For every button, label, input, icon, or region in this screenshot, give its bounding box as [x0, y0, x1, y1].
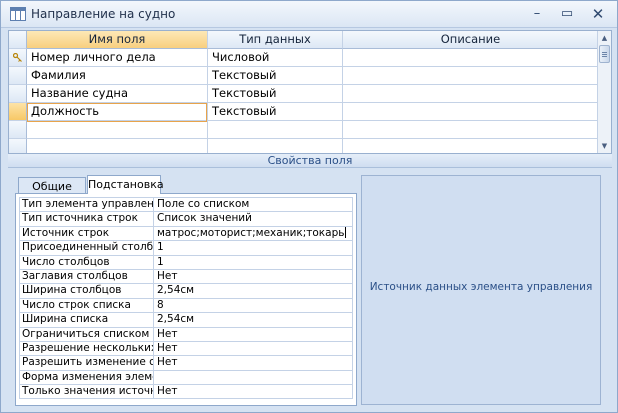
property-value[interactable]: Нет — [155, 356, 353, 370]
scroll-up-arrow-icon[interactable]: ▲ — [598, 32, 611, 44]
property-value[interactable]: 1 — [155, 241, 353, 255]
property-row[interactable]: Тип источника строк Список значений — [20, 212, 353, 227]
minimize-button[interactable]: – — [525, 5, 549, 23]
property-row[interactable]: Разрешение нескольких значенийНет — [20, 341, 353, 357]
scroll-thumb[interactable] — [599, 45, 610, 63]
row-selector-current[interactable] — [9, 103, 27, 121]
description-cell[interactable] — [343, 103, 599, 121]
description-cell[interactable] — [343, 139, 599, 153]
field-name-cell[interactable]: Фамилия — [27, 67, 208, 85]
property-value[interactable]: Нет — [155, 327, 353, 341]
property-name: Тип источника строк — [20, 212, 154, 226]
field-name-cell[interactable]: Должность — [27, 103, 208, 121]
property-name: Ограничиться списком — [20, 327, 154, 341]
data-type-cell[interactable]: Текстовый — [208, 67, 343, 85]
property-name: Форма изменения элементов списка — [22, 370, 154, 385]
field-name-cell[interactable] — [27, 121, 208, 139]
property-value[interactable]: Список значений — [155, 212, 353, 226]
property-row[interactable]: Число столбцов 1 — [20, 255, 353, 270]
title-bar[interactable]: Направление на судно – ▭ ✕ — [1, 1, 617, 28]
property-name: Разрешить изменение списка значений — [20, 356, 154, 370]
property-row[interactable]: Ограничиться списком Нет — [20, 327, 353, 342]
tab-general[interactable]: Общие — [18, 177, 86, 194]
property-value[interactable]: Нет — [155, 341, 353, 356]
column-header-field-name[interactable]: Имя поля — [27, 31, 208, 49]
property-value[interactable]: 1 — [155, 255, 353, 269]
column-header-description[interactable]: Описание — [343, 31, 599, 49]
table-design-window: Направление на судно – ▭ ✕ Имя поля Тип … — [0, 0, 618, 413]
property-name: Источник строк — [20, 226, 154, 241]
property-value[interactable] — [155, 370, 353, 385]
property-help-panel: Источник данных элемента управления — [361, 175, 601, 405]
property-row[interactable]: Число строк списка 8 — [20, 298, 353, 314]
maximize-button[interactable]: ▭ — [555, 5, 579, 23]
row-selector[interactable] — [9, 85, 27, 103]
property-name: Ширина столбцов — [20, 284, 154, 298]
properties-table: Тип элемента управления Поле со списком Т… — [19, 197, 353, 400]
description-cell[interactable] — [343, 121, 599, 139]
property-row[interactable]: Ширина списка 2,54см — [20, 313, 353, 328]
property-row[interactable]: Разрешить изменение списка значенийНет — [20, 356, 353, 371]
property-row[interactable]: Ширина столбцов 2,54см — [20, 284, 353, 299]
table-icon — [10, 7, 26, 21]
description-cell[interactable] — [343, 85, 599, 103]
description-cell[interactable] — [343, 49, 599, 67]
property-name: Разрешение нескольких значений — [22, 341, 154, 356]
data-type-cell[interactable]: Текстовый — [208, 85, 343, 103]
property-name: Число строк списка — [20, 298, 154, 313]
close-button[interactable]: ✕ — [586, 5, 610, 23]
primary-key-icon — [13, 53, 22, 62]
property-name: Ширина списка — [20, 313, 154, 327]
data-type-cell[interactable] — [208, 139, 343, 153]
property-name: Число столбцов — [20, 255, 154, 269]
row-selector[interactable] — [9, 139, 27, 153]
field-properties-header: Свойства поля — [8, 153, 612, 168]
field-grid: Имя поля Тип данных Описание Номер лично… — [8, 30, 612, 154]
property-name: Присоединенный столбец — [22, 241, 154, 255]
row-selector[interactable] — [9, 67, 27, 85]
property-row[interactable]: Заглавия столбцов Нет — [20, 269, 353, 285]
property-row[interactable]: Только значения источника строкНет — [20, 385, 353, 400]
row-selector[interactable] — [9, 49, 27, 67]
grid-corner[interactable] — [9, 31, 27, 49]
property-name: Только значения источника строк — [20, 385, 154, 399]
property-value[interactable]: 2,54см — [155, 313, 353, 327]
property-value-input[interactable]: матрос;моторист;механик;токарь — [155, 226, 353, 241]
property-row[interactable]: Присоединенный столбец 1 — [20, 241, 353, 256]
property-row[interactable]: Тип элемента управления Поле со списком — [20, 198, 353, 213]
property-row[interactable]: Форма изменения элементов списка — [20, 370, 353, 386]
tab-lookup[interactable]: Подстановка — [87, 175, 164, 194]
window-title: Направление на судно — [31, 7, 176, 21]
field-name-cell[interactable]: Название судна — [27, 85, 208, 103]
column-header-data-type[interactable]: Тип данных — [208, 31, 343, 49]
data-type-cell[interactable] — [208, 121, 343, 139]
row-selector[interactable] — [9, 121, 27, 139]
property-name: Заглавия столбцов — [20, 269, 154, 284]
property-value[interactable]: Нет — [155, 269, 353, 284]
scroll-down-arrow-icon[interactable]: ▼ — [598, 140, 611, 152]
property-name: Тип элемента управления — [22, 198, 154, 212]
description-cell[interactable] — [343, 67, 599, 85]
field-name-cell[interactable]: Номер личного дела — [27, 49, 208, 67]
vertical-scrollbar[interactable]: ▲ ▼ — [597, 31, 611, 153]
field-name-cell[interactable] — [27, 139, 208, 153]
data-type-cell[interactable]: Текстовый — [208, 103, 343, 121]
property-value[interactable]: Нет — [155, 385, 353, 399]
property-value[interactable]: 2,54см — [155, 284, 353, 298]
data-type-cell[interactable]: Числовой — [208, 49, 343, 67]
field-properties-area: Общие Подстановка Тип элемента управлени… — [8, 168, 612, 408]
properties-panel: Тип элемента управления Поле со списком Т… — [15, 193, 357, 406]
property-value[interactable]: Поле со списком — [155, 198, 353, 212]
property-help-text: Источник данных элемента управления — [369, 281, 593, 293]
property-value[interactable]: 8 — [155, 298, 353, 313]
property-row-selected[interactable]: Источник строк матрос;моторист;механик;то… — [20, 226, 353, 242]
